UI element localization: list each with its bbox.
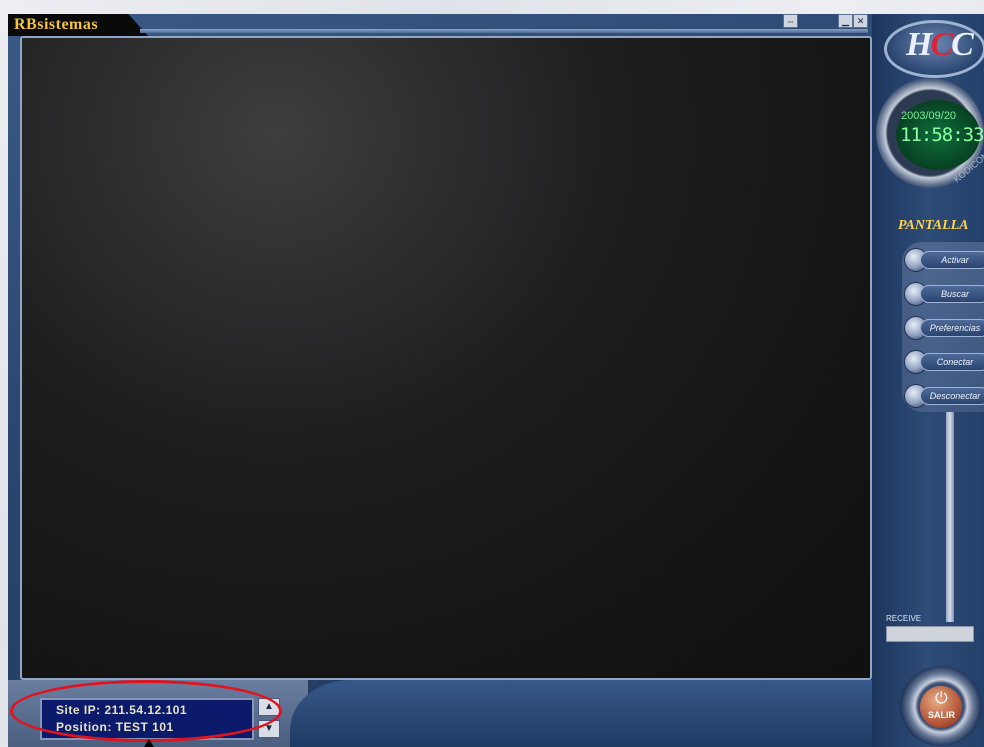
minimize-icon[interactable]: ▁ xyxy=(838,14,853,28)
desconectar-button[interactable]: Desconectar xyxy=(904,384,984,408)
resize-icon[interactable]: ⇔ xyxy=(783,14,798,28)
video-display xyxy=(20,36,872,680)
cursor-pointer-icon xyxy=(144,739,154,747)
receive-label: RECEIVE xyxy=(886,614,922,623)
close-icon[interactable]: ✕ xyxy=(853,14,868,28)
receive-field xyxy=(886,626,974,642)
desconectar-label: Desconectar xyxy=(920,387,984,405)
activar-button[interactable]: Activar xyxy=(904,248,984,272)
exit-label: SALIR xyxy=(928,710,955,720)
window-title: RBsistemas xyxy=(14,16,99,33)
preferencias-button[interactable]: Preferencias xyxy=(904,316,984,340)
buscar-button[interactable]: Buscar xyxy=(904,282,984,306)
conectar-button[interactable]: Conectar xyxy=(904,350,984,374)
clock-date: 2003/09/20 xyxy=(901,110,957,122)
bottom-curve xyxy=(290,680,910,747)
preferencias-label: Preferencias xyxy=(920,319,984,337)
buscar-label: Buscar xyxy=(920,285,984,303)
power-icon: ⏻ xyxy=(935,690,948,707)
vertical-bar xyxy=(946,412,954,622)
pantalla-heading: PANTALLA xyxy=(898,218,969,233)
title-bar-line xyxy=(140,29,868,33)
clock-time: 11:58:33 xyxy=(900,124,984,146)
logo-text: HCC xyxy=(906,26,974,63)
activar-label: Activar xyxy=(920,251,984,269)
conectar-label: Conectar xyxy=(920,353,984,371)
highlight-oval xyxy=(10,680,282,742)
